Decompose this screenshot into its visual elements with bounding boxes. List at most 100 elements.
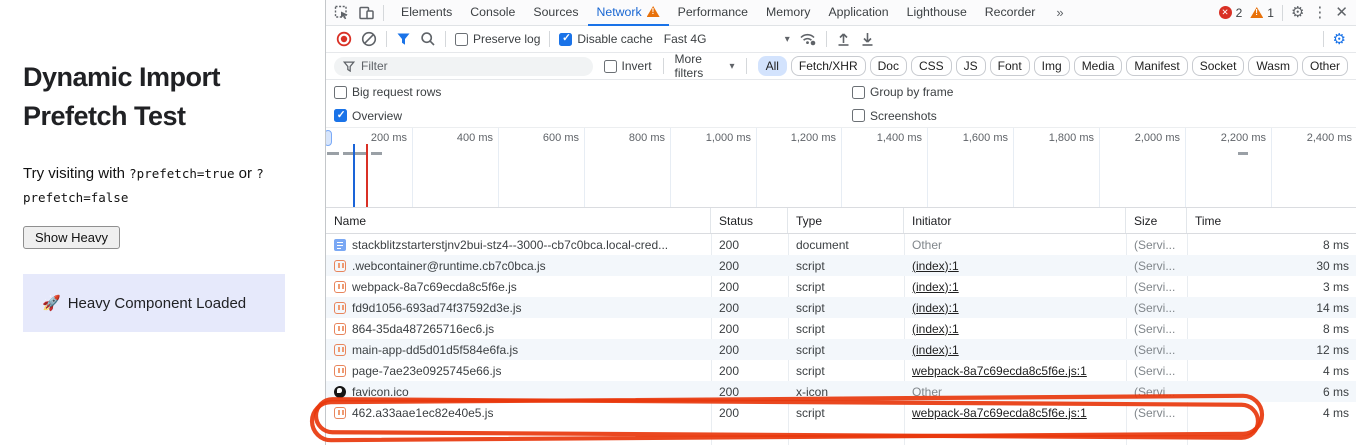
request-status: 200 xyxy=(711,322,788,336)
request-name-cell: page-7ae23e0925745e66.js xyxy=(326,364,711,378)
tab-lighthouse[interactable]: Lighthouse xyxy=(898,0,976,26)
group-by-frame-checkbox[interactable] xyxy=(852,86,865,99)
export-har-icon[interactable] xyxy=(860,31,875,47)
column-header-type[interactable]: Type xyxy=(788,208,904,233)
warning-badge[interactable]: 1 xyxy=(1250,6,1274,20)
table-row[interactable]: favicon.ico200x-iconOther(Servi...6 ms xyxy=(326,381,1356,402)
more-menu-icon[interactable]: ⋮ xyxy=(1312,5,1327,20)
table-row[interactable]: page-7ae23e0925745e66.js200scriptwebpack… xyxy=(326,360,1356,381)
table-row[interactable]: 462.a33aae1ec82e40e5.js200scriptwebpack-… xyxy=(326,402,1356,423)
timeline-tick-label: 1,800 ms xyxy=(1006,132,1094,144)
request-initiator[interactable]: webpack-8a7c69ecda8c5f6e.js:1 xyxy=(904,406,1126,420)
table-row[interactable]: stackblitzstarterstjnv2bui-stz4--3000--c… xyxy=(326,234,1356,255)
search-icon[interactable] xyxy=(420,31,436,47)
filter-chip-manifest[interactable]: Manifest xyxy=(1126,56,1187,76)
inspect-icon[interactable] xyxy=(334,5,350,21)
filter-chip-fetch-xhr[interactable]: Fetch/XHR xyxy=(791,56,866,76)
request-initiator[interactable]: (index):1 xyxy=(904,301,1126,315)
request-type: script xyxy=(788,322,904,336)
request-initiator[interactable]: (index):1 xyxy=(904,259,1126,273)
table-row[interactable]: 864-35da487265716ec6.js200script(index):… xyxy=(326,318,1356,339)
intro-prefix: Try visiting with xyxy=(23,165,129,182)
import-har-icon[interactable] xyxy=(836,31,851,47)
tab-console[interactable]: Console xyxy=(461,0,524,26)
timeline-tick-label: 1,200 ms xyxy=(748,132,836,144)
request-type: script xyxy=(788,343,904,357)
screenshots-toggle[interactable]: Screenshots xyxy=(852,109,937,123)
request-status: 200 xyxy=(711,259,788,273)
tab-recorder[interactable]: Recorder xyxy=(976,0,1045,26)
screenshots-checkbox[interactable] xyxy=(852,109,865,122)
filter-chip-all[interactable]: All xyxy=(758,56,787,76)
invert-checkbox[interactable] xyxy=(604,60,617,73)
request-time: 4 ms xyxy=(1187,406,1356,420)
tab-application[interactable]: Application xyxy=(819,0,897,26)
request-type: script xyxy=(788,259,904,273)
request-time: 3 ms xyxy=(1187,280,1356,294)
table-row[interactable]: webpack-8a7c69ecda8c5f6e.js200script(ind… xyxy=(326,276,1356,297)
tab-network[interactable]: Network xyxy=(588,0,669,26)
script-icon xyxy=(334,323,346,335)
invert-toggle[interactable]: Invert xyxy=(604,59,652,73)
big-request-rows-label: Big request rows xyxy=(352,85,441,99)
tab-elements[interactable]: Elements xyxy=(392,0,461,26)
table-row[interactable]: main-app-dd5d01d5f584e6fa.js200script(in… xyxy=(326,339,1356,360)
filter-chip-other[interactable]: Other xyxy=(1302,56,1348,76)
throttling-dropdown[interactable]: Fast 4G ▾ xyxy=(662,32,790,46)
divider xyxy=(746,58,747,74)
filter-chip-img[interactable]: Img xyxy=(1034,56,1070,76)
column-header-name[interactable]: Name xyxy=(326,208,711,233)
filter-bar: Filter Invert More filters ▾ AllFetch/XH… xyxy=(326,53,1356,80)
error-count: 2 xyxy=(1236,6,1243,20)
request-initiator[interactable]: (index):1 xyxy=(904,322,1126,336)
table-row[interactable]: .webcontainer@runtime.cb7c0bca.js200scri… xyxy=(326,255,1356,276)
record-icon[interactable] xyxy=(336,31,352,47)
filter-chip-doc[interactable]: Doc xyxy=(870,56,907,76)
network-conditions-icon[interactable] xyxy=(799,31,817,47)
overview-checkbox[interactable] xyxy=(334,109,347,122)
filter-chip-socket[interactable]: Socket xyxy=(1192,56,1245,76)
disable-cache-toggle[interactable]: Disable cache xyxy=(559,32,652,46)
big-request-rows-checkbox[interactable] xyxy=(334,86,347,99)
tab-sources[interactable]: Sources xyxy=(524,0,587,26)
request-initiator[interactable]: (index):1 xyxy=(904,280,1126,294)
column-header-status[interactable]: Status xyxy=(711,208,788,233)
request-name-cell: main-app-dd5d01d5f584e6fa.js xyxy=(326,343,711,357)
settings-gear-icon[interactable]: ⚙ xyxy=(1291,5,1304,20)
show-heavy-button[interactable]: Show Heavy xyxy=(23,226,120,249)
tab-memory[interactable]: Memory xyxy=(757,0,819,26)
timeline-overview[interactable]: 200 ms400 ms600 ms800 ms1,000 ms1,200 ms… xyxy=(326,128,1356,208)
clear-icon[interactable] xyxy=(361,31,377,47)
overview-toggle[interactable]: Overview xyxy=(334,109,402,123)
tab-performance[interactable]: Performance xyxy=(669,0,757,26)
filter-chip-css[interactable]: CSS xyxy=(911,56,952,76)
preserve-log-checkbox[interactable] xyxy=(455,33,468,46)
more-filters-dropdown[interactable]: More filters ▾ xyxy=(675,52,735,80)
error-badge[interactable]: 2 xyxy=(1219,6,1243,20)
column-header-time[interactable]: Time xyxy=(1187,208,1356,233)
request-type: x-icon xyxy=(788,385,904,399)
table-row[interactable]: fd9d1056-693ad74f37592d3e.js200script(in… xyxy=(326,297,1356,318)
filter-input[interactable]: Filter xyxy=(334,57,593,76)
script-icon xyxy=(334,407,346,419)
preserve-log-toggle[interactable]: Preserve log xyxy=(455,32,540,46)
device-toolbar-icon[interactable] xyxy=(358,5,375,21)
big-request-rows-toggle[interactable]: Big request rows xyxy=(334,85,441,99)
filter-funnel-icon[interactable] xyxy=(396,32,411,46)
filter-chip-font[interactable]: Font xyxy=(990,56,1030,76)
tab-strip: ElementsConsoleSourcesNetworkPerformance… xyxy=(392,0,1044,26)
column-header-size[interactable]: Size xyxy=(1126,208,1187,233)
request-initiator[interactable]: (index):1 xyxy=(904,343,1126,357)
close-icon[interactable]: ✕ xyxy=(1335,5,1348,20)
request-size: (Servi... xyxy=(1126,301,1187,315)
timeline-tick-label: 1,600 ms xyxy=(920,132,1008,144)
filter-chip-wasm[interactable]: Wasm xyxy=(1248,56,1298,76)
more-tabs-chevron[interactable]: » xyxy=(1052,5,1067,20)
network-settings-gear-icon[interactable]: ⚙ xyxy=(1333,32,1346,47)
disable-cache-checkbox[interactable] xyxy=(559,33,572,46)
request-initiator[interactable]: webpack-8a7c69ecda8c5f6e.js:1 xyxy=(904,364,1126,378)
filter-chip-media[interactable]: Media xyxy=(1074,56,1123,76)
filter-chip-js[interactable]: JS xyxy=(956,56,986,76)
group-by-frame-toggle[interactable]: Group by frame xyxy=(852,85,953,99)
column-header-initiator[interactable]: Initiator xyxy=(904,208,1126,233)
